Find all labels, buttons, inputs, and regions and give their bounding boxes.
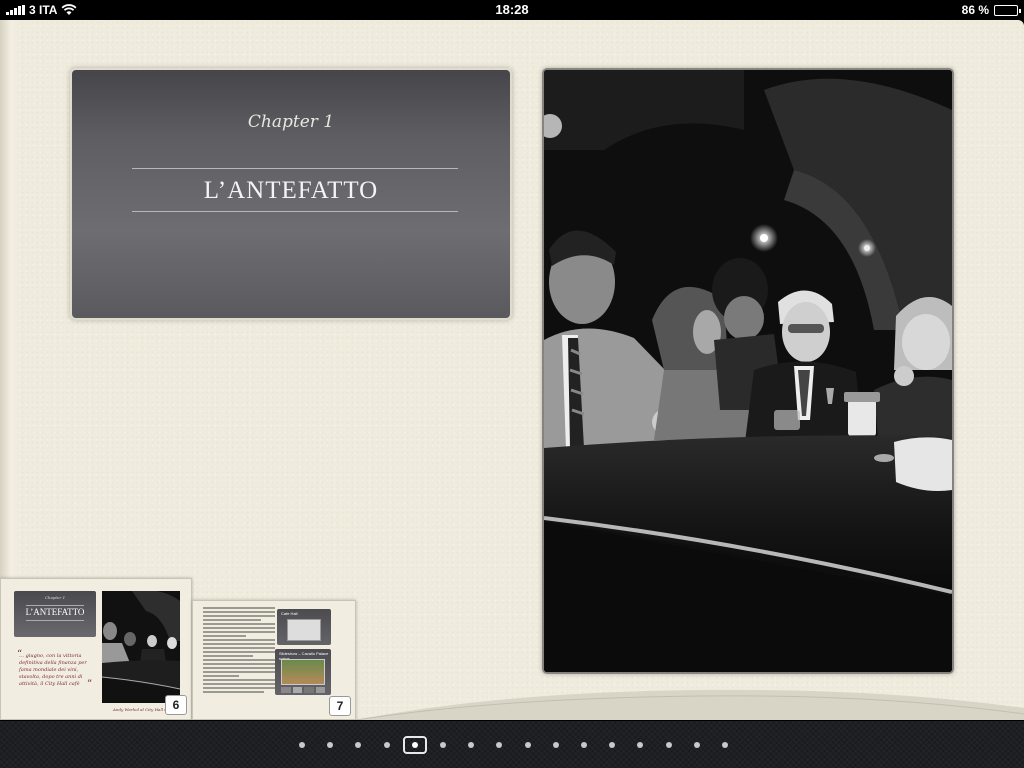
thumb-video-image: [287, 619, 321, 641]
thumb-slideshow-image: [281, 659, 325, 685]
battery-icon: [994, 4, 1021, 16]
chapter-title: L’ANTEFATTO: [203, 177, 379, 204]
page-number-badge: 6: [165, 695, 187, 715]
status-bar: 3 ITA 18:28 86 %: [0, 0, 1024, 20]
chapter-title-card: Chapter 1 L’ANTEFATTO: [72, 70, 510, 318]
page-dot[interactable]: [355, 742, 362, 748]
page-dot[interactable]: [440, 742, 446, 748]
page-navigator[interactable]: [0, 720, 1024, 768]
title-divider-bottom: [132, 211, 458, 212]
thumb-text-column: [203, 607, 275, 695]
page-number-badge: 7: [329, 696, 351, 716]
thumb-chapter-label: Chapter 1: [44, 595, 66, 600]
thumb-divider: [26, 605, 84, 606]
thumb-chapter-title: L’ANTEFATTO: [25, 607, 85, 617]
thumbnail-page-7[interactable]: Cafe Hall Slideshow – Cavallo Palace scr…: [192, 600, 356, 720]
page-dot[interactable]: [327, 742, 334, 748]
page-dot[interactable]: [722, 742, 728, 748]
thumb-chapter-card: Chapter 1 L’ANTEFATTO: [14, 591, 96, 637]
page-dot[interactable]: [402, 736, 427, 754]
page-dot[interactable]: [609, 742, 616, 748]
thumb-box-title: Cafe Hall: [281, 611, 298, 616]
book-page[interactable]: Chapter 1 L’ANTEFATTO Chapter 1 L’ANTEFA…: [0, 20, 1024, 720]
thumb-slideshow-strip: [281, 687, 325, 693]
page-dot[interactable]: [524, 742, 531, 748]
page-dot[interactable]: [665, 742, 672, 748]
thumb-photo: [102, 591, 180, 703]
page-dots[interactable]: [0, 736, 1024, 754]
page-dot[interactable]: [383, 742, 390, 748]
chapter-photo[interactable]: [544, 70, 952, 672]
clock: 18:28: [495, 2, 529, 17]
page-dot[interactable]: [496, 742, 503, 748]
battery-percent: 86 %: [961, 3, 989, 17]
thumb-video-box: Cafe Hall: [277, 609, 331, 645]
page-dot[interactable]: [552, 742, 559, 748]
title-divider-top: [132, 168, 458, 169]
thumb-quote: … giugno, con la vittoria definitiva del…: [19, 653, 87, 687]
thumb-slideshow-box: Slideshow – Cavallo Palace scrive: [275, 649, 331, 695]
quote-close-icon: ”: [87, 679, 93, 690]
page-dot[interactable]: [468, 742, 475, 748]
bar-scene-photo: [544, 70, 952, 672]
page-dot[interactable]: [581, 742, 587, 748]
status-right: 86 %: [961, 3, 1021, 17]
thumbnail-page-6[interactable]: Chapter 1 L’ANTEFATTO “ … giugno, con la…: [0, 578, 192, 720]
thumb-divider: [26, 620, 84, 621]
page-dot[interactable]: [637, 742, 644, 748]
chapter-label: Chapter 1: [247, 112, 335, 132]
page-dot[interactable]: [299, 742, 305, 748]
page-dot[interactable]: [693, 742, 700, 748]
